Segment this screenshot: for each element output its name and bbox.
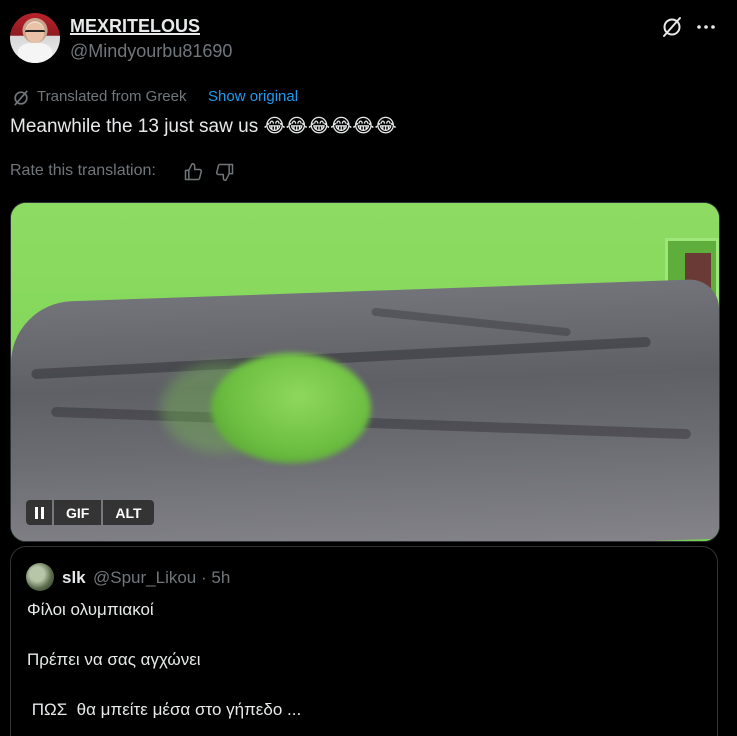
quoted-handle-time: @Spur_Likou · 5h [93,568,231,587]
quoted-avatar[interactable] [26,563,54,591]
gif-badge: GIF [54,500,102,525]
quoted-text-line: Πρέπει να σας αγχώνει [27,650,201,669]
pause-icon [34,506,44,519]
author-display-name[interactable]: MEXRITELOUS [70,16,200,37]
avatar-glasses [25,30,45,36]
tweet: MEXRITELOUS @Mindyourbu81690 Translated … [0,0,737,736]
avatar-body [18,43,52,63]
gif-media[interactable] [10,202,720,542]
thumbs-up-icon[interactable] [183,162,203,182]
show-original-link[interactable]: Show original [208,88,298,105]
tweet-text: Meanwhile the 13 just saw us 😂😂😂😂😂😂 [10,116,397,137]
author-avatar[interactable] [10,13,60,63]
grok-icon[interactable] [660,15,684,39]
alt-text-button[interactable]: ALT [103,500,154,525]
media-controls: GIF ALT [26,500,154,525]
author-handle[interactable]: @Mindyourbu81690 [70,41,232,62]
pause-button[interactable] [26,500,52,525]
rate-translation-label: Rate this translation: [10,162,156,179]
quoted-display-name: slk [62,568,86,587]
media-ball [211,353,371,463]
translate-icon [14,90,28,106]
more-icon[interactable] [694,15,718,39]
thumbs-down-icon[interactable] [215,162,235,182]
quoted-tweet[interactable]: slk @Spur_Likou · 5h Φίλοι ολυμπιακοί Πρ… [10,546,718,736]
translation-notice: Translated from Greek [37,88,187,105]
quoted-text-line: Φίλοι ολυμπιακοί [27,600,154,619]
quoted-text-line: ΠΩΣ θα μπείτε μέσα στο γήπεδο ... [27,700,302,719]
